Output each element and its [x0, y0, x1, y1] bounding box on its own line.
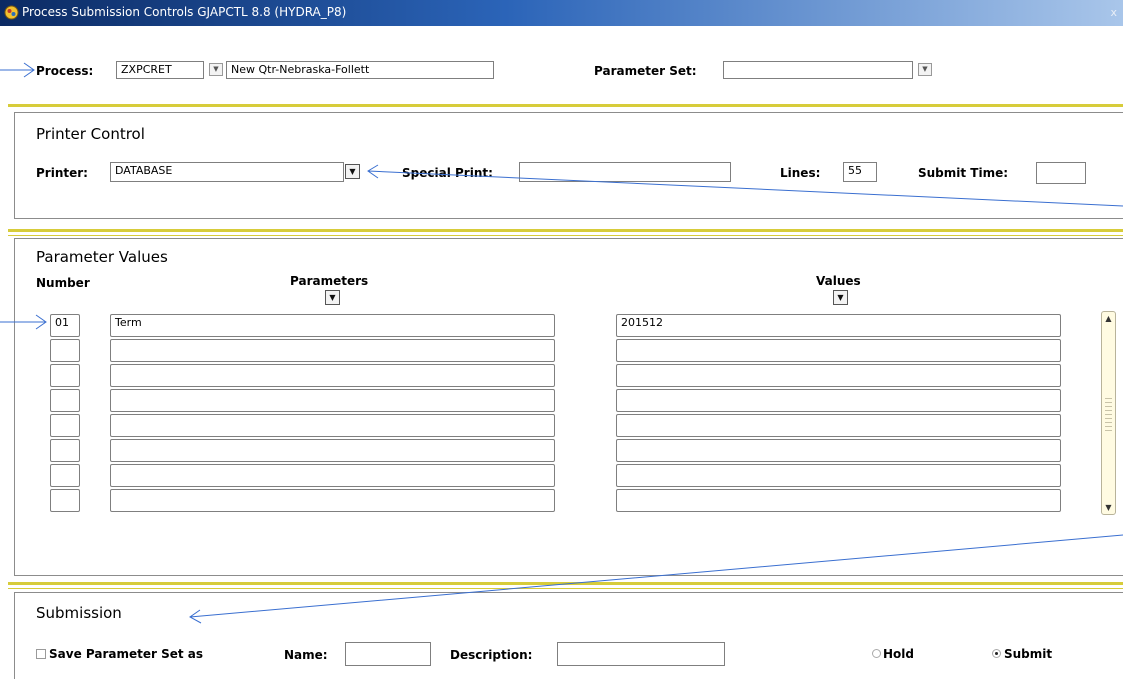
row-number-field[interactable] — [50, 439, 80, 462]
process-code-field[interactable]: ZXPCRET — [116, 61, 204, 79]
row-parameter-field[interactable]: Term — [110, 314, 555, 337]
window-title-bar: Process Submission Controls GJAPCTL 8.8 … — [0, 0, 1123, 26]
process-description-field: New Qtr-Nebraska-Follett — [226, 61, 494, 79]
row-value-field[interactable] — [616, 439, 1061, 462]
parameter-set-dropdown-button[interactable]: ▼ — [918, 63, 932, 76]
process-label: Process: — [36, 64, 94, 78]
name-field[interactable] — [345, 642, 431, 666]
section-divider — [8, 229, 1123, 232]
row-parameter-field[interactable] — [110, 414, 555, 437]
scroll-up-icon[interactable]: ▲ — [1102, 314, 1115, 323]
description-label: Description: — [450, 648, 533, 662]
values-dropdown-button[interactable]: ▼ — [833, 290, 848, 305]
printer-control-heading: Printer Control — [36, 125, 145, 143]
section-divider — [8, 235, 1123, 236]
submit-radio[interactable] — [992, 649, 1001, 658]
submit-label: Submit — [1004, 647, 1053, 661]
parameter-values-heading: Parameter Values — [36, 248, 168, 266]
row-number-field[interactable]: 01 — [50, 314, 80, 337]
scroll-thumb[interactable] — [1105, 398, 1112, 432]
row-number-field[interactable] — [50, 464, 80, 487]
printer-dropdown-button[interactable]: ▼ — [345, 164, 360, 179]
description-field[interactable] — [557, 642, 725, 666]
row-number-field[interactable] — [50, 389, 80, 412]
submit-time-label: Submit Time: — [918, 166, 1009, 180]
lines-field[interactable]: 55 — [843, 162, 877, 182]
section-divider — [8, 104, 1123, 107]
annotation-arrow — [0, 62, 35, 78]
values-column-header: Values — [816, 274, 861, 288]
lines-label: Lines: — [780, 166, 821, 180]
parameters-column-header: Parameters — [290, 274, 369, 288]
row-parameter-field[interactable] — [110, 464, 555, 487]
printer-label: Printer: — [36, 166, 88, 180]
row-value-field[interactable] — [616, 414, 1061, 437]
row-value-field[interactable] — [616, 339, 1061, 362]
row-number-field[interactable] — [50, 489, 80, 512]
app-icon — [4, 5, 19, 20]
hold-label: Hold — [883, 647, 914, 661]
row-number-field[interactable] — [50, 364, 80, 387]
hold-radio[interactable] — [872, 649, 881, 658]
printer-field[interactable]: DATABASE — [110, 162, 344, 182]
row-value-field[interactable]: 201512 — [616, 314, 1061, 337]
row-value-field[interactable] — [616, 489, 1061, 512]
row-parameter-field[interactable] — [110, 339, 555, 362]
row-parameter-field[interactable] — [110, 389, 555, 412]
save-parameter-set-checkbox[interactable] — [36, 649, 46, 659]
special-print-label: Special Print: — [402, 166, 493, 180]
submit-time-field[interactable] — [1036, 162, 1086, 184]
row-value-field[interactable] — [616, 464, 1061, 487]
scroll-down-icon[interactable]: ▼ — [1102, 503, 1115, 512]
row-parameter-field[interactable] — [110, 489, 555, 512]
window-title: Process Submission Controls GJAPCTL 8.8 … — [22, 5, 347, 19]
process-lookup-button[interactable]: ▼ — [209, 63, 223, 76]
close-icon[interactable]: x — [1110, 6, 1117, 19]
section-divider — [8, 582, 1123, 585]
row-parameter-field[interactable] — [110, 364, 555, 387]
name-label: Name: — [284, 648, 328, 662]
section-divider — [8, 588, 1123, 589]
row-parameter-field[interactable] — [110, 439, 555, 462]
parameter-scrollbar[interactable]: ▲ ▼ — [1101, 311, 1116, 515]
parameter-set-label: Parameter Set: — [594, 64, 697, 78]
row-value-field[interactable] — [616, 389, 1061, 412]
special-print-field[interactable] — [519, 162, 731, 182]
save-parameter-set-label: Save Parameter Set as — [49, 647, 204, 661]
parameter-set-field[interactable] — [723, 61, 913, 79]
row-number-field[interactable] — [50, 414, 80, 437]
number-column-header: Number — [36, 276, 90, 290]
row-value-field[interactable] — [616, 364, 1061, 387]
parameters-dropdown-button[interactable]: ▼ — [325, 290, 340, 305]
row-number-field[interactable] — [50, 339, 80, 362]
submission-heading: Submission — [36, 604, 122, 622]
